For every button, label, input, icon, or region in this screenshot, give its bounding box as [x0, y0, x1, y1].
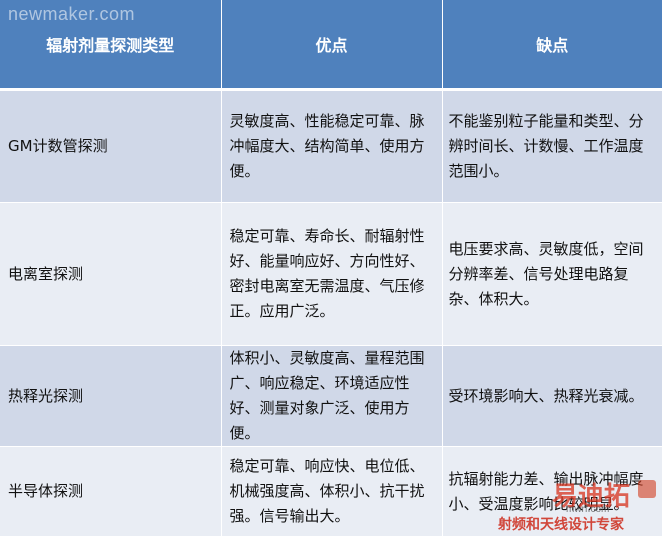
header-disadvantages: 缺点 — [442, 0, 662, 91]
row-type: 热释光探测 — [0, 345, 222, 447]
watermark-mwrf: 易迪拓 mwrf.com 射频和天线设计专家 — [496, 476, 658, 534]
row-advantages: 稳定可靠、寿命长、耐辐射性好、能量响应好、方向性好、密封电离室无需温度、气压修正… — [221, 202, 443, 346]
row-advantages: 稳定可靠、响应快、电位低、机械强度高、体积小、抗干扰强。信号输出大。 — [221, 446, 443, 537]
row-advantages: 灵敏度高、性能稳定可靠、脉冲幅度大、结构简单、使用方便。 — [221, 89, 443, 203]
table-row: 热释光探测 体积小、灵敏度高、量程范围广、响应稳定、环境适应性好、测量对象广泛、… — [0, 345, 662, 447]
row-disadvantages: 电压要求高、灵敏度低，空间分辨率差、信号处理电路复杂、体积大。 — [442, 202, 662, 346]
watermark-newmaker: newmaker.com — [8, 4, 136, 24]
table-row: GM计数管探测 灵敏度高、性能稳定可靠、脉冲幅度大、结构简单、使用方便。 不能鉴… — [0, 89, 662, 203]
row-type: GM计数管探测 — [0, 89, 222, 203]
row-advantages: 体积小、灵敏度高、量程范围广、响应稳定、环境适应性好、测量对象广泛、使用方便。 — [221, 345, 443, 447]
detector-comparison-table: 辐射剂量探测类型 优点 缺点 GM计数管探测 灵敏度高、性能稳定可靠、脉冲幅度大… — [0, 0, 662, 537]
header-advantages: 优点 — [221, 0, 443, 91]
row-disadvantages: 受环境影响大、热释光衰减。 — [442, 345, 662, 447]
row-type: 半导体探测 — [0, 446, 222, 537]
row-disadvantages: 不能鉴别粒子能量和类型、分辨时间长、计数慢、工作温度范围小。 — [442, 89, 662, 203]
row-type: 电离室探测 — [0, 202, 222, 346]
table-row: 电离室探测 稳定可靠、寿命长、耐辐射性好、能量响应好、方向性好、密封电离室无需温… — [0, 202, 662, 346]
watermark-badge-icon — [638, 480, 656, 498]
watermark-tagline: 射频和天线设计专家 — [498, 517, 624, 533]
